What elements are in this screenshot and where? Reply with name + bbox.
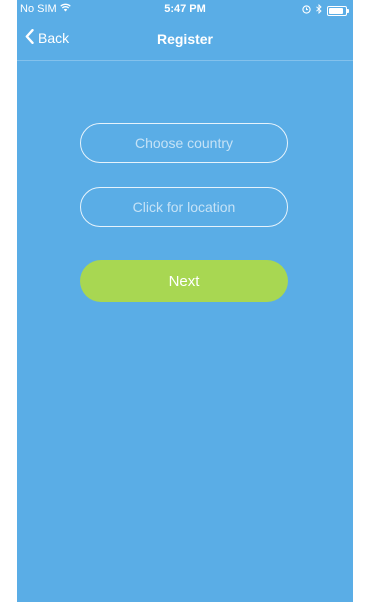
app-screen: No SIM 5:47 PM Back Register Choose coun… — [17, 0, 353, 602]
choose-country-button[interactable]: Choose country — [80, 123, 288, 163]
status-bar: No SIM 5:47 PM — [17, 0, 353, 20]
battery-fill — [329, 7, 343, 14]
battery-icon — [327, 5, 349, 16]
location-button[interactable]: Click for location — [80, 187, 288, 227]
nav-bar: Back Register — [17, 20, 353, 61]
next-label: Next — [168, 272, 200, 290]
bluetooth-icon — [316, 3, 322, 17]
choose-country-label: Choose country — [134, 135, 234, 151]
battery-tip — [347, 8, 349, 13]
status-right — [302, 3, 349, 17]
alarm-icon — [302, 4, 311, 17]
page-title: Register — [156, 31, 214, 47]
location-label: Click for location — [132, 199, 236, 215]
next-button[interactable]: Next — [80, 260, 288, 302]
